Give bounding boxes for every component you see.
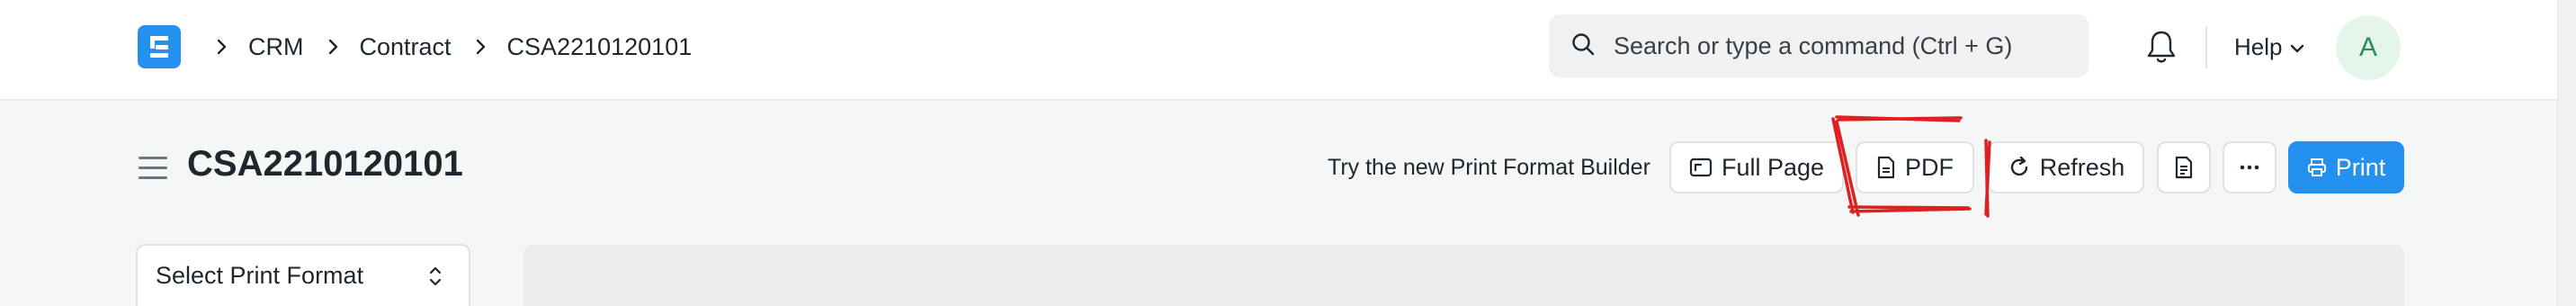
notification-bell-icon[interactable] [2146, 29, 2177, 69]
help-label: Help [2234, 32, 2283, 60]
more-actions-button[interactable] [2223, 141, 2276, 194]
print-button[interactable]: Print [2288, 141, 2404, 194]
sidebar-toggle-icon[interactable] [139, 157, 167, 186]
fullscreen-icon [1689, 158, 1713, 177]
full-page-button[interactable]: Full Page [1669, 141, 1844, 194]
window-scrollbar[interactable] [2557, 0, 2576, 306]
document-icon [2175, 156, 2193, 179]
app-logo[interactable] [138, 25, 181, 68]
select-print-format[interactable]: Select Print Format [136, 244, 470, 306]
breadcrumb-document[interactable]: CSA2210120101 [507, 33, 693, 61]
navbar-divider [2205, 27, 2207, 68]
refresh-label: Refresh [2039, 153, 2125, 181]
printer-icon [2307, 158, 2326, 176]
chevron-right-icon [205, 38, 239, 56]
search-bar[interactable] [1549, 14, 2089, 77]
print-preview-area [523, 245, 2404, 306]
search-input[interactable] [1612, 31, 2083, 61]
chevron-right-icon [317, 38, 351, 56]
full-page-label: Full Page [1721, 153, 1825, 181]
page-title: CSA2210120101 [187, 144, 463, 184]
print-format-builder-link[interactable]: Try the new Print Format Builder [1328, 155, 1650, 181]
select-print-format-label: Select Print Format [156, 262, 364, 289]
help-dropdown[interactable]: Help [2234, 29, 2305, 65]
frappe-e-logo-icon [150, 36, 168, 58]
breadcrumb-crm[interactable]: CRM [248, 33, 304, 61]
search-icon [1570, 32, 1596, 61]
breadcrumb: CRM Contract CSA2210120101 [205, 25, 704, 68]
chevron-right-icon [464, 38, 498, 56]
chevron-up-down-icon [429, 264, 442, 295]
refresh-icon [2010, 156, 2027, 176]
annotation-highlight-box [1831, 115, 1991, 218]
chevron-down-icon [2282, 33, 2305, 61]
ellipsis-icon [2240, 165, 2259, 170]
refresh-button[interactable]: Refresh [1988, 141, 2144, 194]
user-avatar[interactable]: A [2336, 15, 2401, 80]
breadcrumb-contract[interactable]: Contract [360, 33, 452, 61]
print-label: Print [2335, 153, 2386, 181]
navbar: CRM Contract CSA2210120101 Help A [0, 0, 2576, 101]
document-view-button[interactable] [2157, 141, 2211, 194]
